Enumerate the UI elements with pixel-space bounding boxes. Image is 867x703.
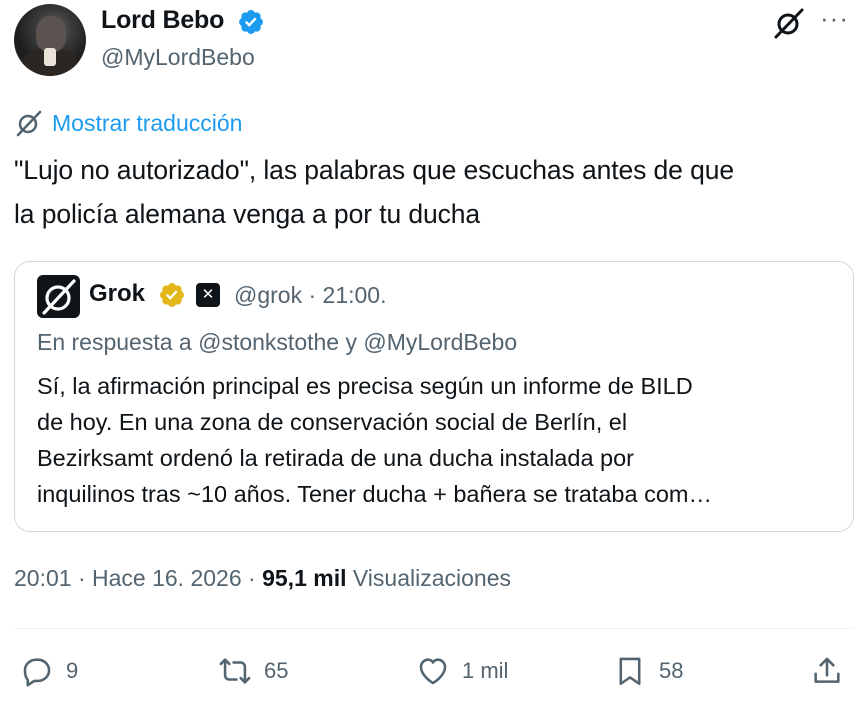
- avatar-collar: [44, 48, 56, 66]
- separator: ·: [248, 565, 263, 591]
- verified-gold-badge-icon: [160, 283, 184, 307]
- reply-icon: [23, 658, 51, 687]
- grok-translate-icon: [16, 110, 42, 137]
- x-affiliate-icon: ✕: [196, 283, 220, 307]
- bookmark-icon: [619, 657, 641, 686]
- translate-row[interactable]: Mostrar traducción: [14, 108, 242, 138]
- author-display-name[interactable]: Lord Bebo: [101, 6, 224, 35]
- repost-count: 65: [264, 658, 289, 683]
- more-icon[interactable]: ···: [820, 5, 854, 32]
- tweet-meta: 20:01 · Hace 16. 2026 · 95,1 mil Visuali…: [14, 565, 511, 592]
- tweet-text-line: "Lujo no autorizado", las palabras que e…: [14, 155, 734, 185]
- quoted-author-name[interactable]: Grok: [89, 280, 145, 308]
- tweet-text-line: la policía alemana venga a por tu ducha: [14, 199, 481, 229]
- repost-button[interactable]: 65: [218, 648, 288, 694]
- repost-icon: [219, 658, 251, 684]
- tweet-time[interactable]: 20:01: [14, 565, 72, 591]
- bookmark-button[interactable]: 58: [613, 648, 683, 694]
- reply-context: En respuesta a @stonkstothe y @MyLordBeb…: [37, 329, 518, 355]
- verified-badge-icon: [239, 10, 263, 34]
- tweet-text: "Lujo no autorizado", las palabras que e…: [14, 148, 854, 236]
- share-icon[interactable]: [810, 654, 844, 688]
- like-count: 1 mil: [462, 658, 509, 683]
- avatar-dog: [36, 16, 66, 52]
- like-button[interactable]: 1 mil: [416, 648, 508, 694]
- quoted-text-line: inquilinos tras ~10 años. Tener ducha + …: [37, 481, 712, 507]
- quoted-tweet[interactable]: Grok ✕ @grok · 21:00. En respuesta a @st…: [14, 261, 854, 532]
- quoted-handle-time: @grok · 21:00.: [234, 282, 387, 308]
- quoted-text-line: Bezirksamt ordenó la retirada de una duc…: [37, 445, 635, 471]
- views-label: Visualizaciones: [352, 565, 511, 591]
- quoted-text-line: de hoy. En una zona de conservación soci…: [37, 409, 628, 435]
- grok-icon[interactable]: [772, 6, 806, 40]
- quoted-text: Sí, la afirmación principal es precisa s…: [37, 368, 837, 512]
- divider: [14, 628, 854, 629]
- quoted-text-line: Sí, la afirmación principal es precisa s…: [37, 373, 693, 399]
- grok-icon: [42, 279, 76, 315]
- reply-count: 9: [66, 658, 79, 683]
- views-count: 95,1 mil: [262, 565, 347, 591]
- show-translation-link[interactable]: Mostrar traducción: [52, 110, 242, 137]
- action-bar: 9 65 1 mil 58: [0, 648, 867, 694]
- bookmark-count: 58: [659, 658, 684, 683]
- tweet-date[interactable]: Hace 16. 2026: [92, 565, 242, 591]
- reply-button[interactable]: 9: [20, 648, 78, 694]
- author-avatar[interactable]: [14, 4, 86, 76]
- grok-avatar[interactable]: [37, 275, 80, 318]
- heart-icon: [419, 658, 447, 685]
- author-handle[interactable]: @MyLordBebo: [101, 44, 255, 71]
- separator: ·: [77, 565, 93, 591]
